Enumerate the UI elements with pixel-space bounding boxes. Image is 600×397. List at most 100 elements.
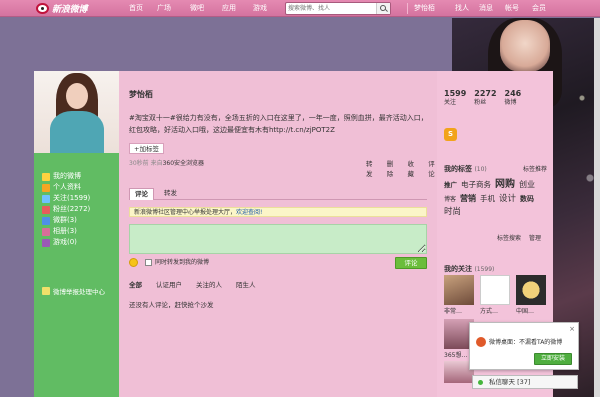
album-icon (42, 227, 50, 236)
follow-name[interactable]: 方式… (480, 306, 498, 315)
tag-item[interactable]: 电子商务 (461, 180, 491, 189)
follow-avatar[interactable] (444, 275, 474, 305)
tag-cloud: 推广 电子商务 网购 创业 博客 营销 手机 设计 数码 时尚 (444, 178, 548, 219)
notice-link[interactable]: 欢迎查阅! (236, 209, 262, 216)
comment-submit-button[interactable]: 评论 (395, 257, 427, 269)
page-scrollbar[interactable] (594, 18, 600, 397)
comment-controls: 同时转发到我的微博 评论 (129, 257, 427, 269)
level-badge-icon[interactable]: S (444, 128, 457, 141)
game-icon (42, 238, 50, 247)
empty-comments-text: 还没有人评论，赶快抢个沙发 (129, 301, 214, 309)
stat-following[interactable]: 1599 关注 (444, 89, 466, 107)
follow-name[interactable]: 365想… (444, 350, 467, 359)
search-input[interactable] (288, 3, 374, 14)
install-button[interactable]: 立即安装 (534, 353, 572, 365)
online-status-icon (478, 380, 483, 385)
sidebar-item-my-weibo[interactable]: 我的微博 (42, 171, 117, 182)
filter-following[interactable]: 关注的人 (196, 279, 222, 289)
my-follows-heading: 我的关注 (1599) (444, 265, 495, 273)
tag-item[interactable]: 博客 (444, 196, 456, 203)
nav-square[interactable]: 广场 (157, 0, 171, 17)
tag-item[interactable]: 创业 (519, 180, 535, 189)
sidebar-item-fans[interactable]: 粉丝(2272) (42, 204, 117, 215)
tab-comments[interactable]: 评论 (129, 188, 154, 200)
follow-avatar[interactable] (480, 275, 510, 305)
filter-verified[interactable]: 认证用户 (156, 279, 182, 289)
source-link[interactable]: 360安全浏览器 (163, 160, 204, 167)
stats: 1599 关注 2272 粉丝 246 微博 (444, 89, 544, 107)
sidebar-item-following[interactable]: 关注(1599) (42, 193, 117, 204)
nav-divider (407, 3, 408, 14)
follow-name[interactable]: 中国… (516, 306, 534, 315)
also-forward-label: 同时转发到我的微博 (155, 259, 210, 266)
comment-link[interactable]: 评论 (428, 158, 437, 178)
my-tags-heading: 我的标签 (10) (444, 165, 487, 173)
nav-account[interactable]: 帐号 (505, 0, 519, 17)
report-center-link[interactable]: 微博举报处理中心 (42, 286, 105, 296)
sidebar-item-games[interactable]: 游戏(0) (42, 237, 117, 248)
nav-vip[interactable]: 会员 (532, 0, 546, 17)
tag-item[interactable]: 营销 (460, 194, 476, 203)
nav-home[interactable]: 首页 (129, 0, 143, 17)
avatar[interactable] (34, 71, 119, 153)
fans-icon (42, 205, 50, 214)
post-actions: 转发 删除 收藏 评论 (366, 158, 437, 178)
nav-username[interactable]: 梦怡栢 (414, 0, 435, 17)
search-box (285, 2, 391, 15)
sidebar-item-album[interactable]: 相册(3) (42, 226, 117, 237)
notice-text: 新浪微博社区管理中心举报处理大厅， (134, 209, 237, 216)
tag-item[interactable]: 推广 (444, 181, 457, 189)
nav-weiba[interactable]: 微吧 (190, 0, 204, 17)
tag-manage-link[interactable]: 管理 (529, 233, 541, 242)
post-text: #淘宝双十一#很给力有没有，全场五折的入口在这里了，一年一度，照例血拼，最齐活动… (129, 114, 428, 134)
sidebar-item-profile[interactable]: 个人资料 (42, 182, 117, 193)
stat-fans[interactable]: 2272 粉丝 (474, 89, 496, 107)
install-popup: × 微博桌面：不漏看TA的微博 立即安装 (469, 322, 579, 370)
popup-text: 微博桌面：不漏看TA的微博 (489, 339, 563, 346)
close-icon[interactable]: × (569, 325, 575, 333)
tag-item[interactable]: 手机 (480, 194, 495, 203)
search-icon[interactable] (376, 3, 390, 14)
top-navigation-bar: 新浪微博 首页 广场 微吧 应用 游戏 梦怡栢 找人 消息 帐号 会员 (0, 0, 600, 17)
left-menu: 我的微博 个人资料 关注(1599) 粉丝(2272) 微群(3) 相册(3) … (42, 171, 117, 248)
delete-button[interactable]: 删除 (387, 158, 396, 178)
follow-name[interactable]: 非常… (444, 306, 462, 315)
filter-all[interactable]: 全部 (129, 279, 142, 289)
comment-input[interactable] (129, 224, 427, 254)
post-time: 30秒前 (129, 160, 149, 167)
stat-weibo[interactable]: 246 微博 (505, 89, 522, 107)
weibo-eye-icon (36, 3, 49, 14)
chat-label: 私信聊天 [37] (489, 378, 531, 386)
forward-button[interactable]: 转发 (366, 158, 375, 178)
nav-messages[interactable]: 消息 (479, 0, 493, 17)
tag-search-link[interactable]: 标签搜索 (497, 233, 521, 242)
tag-recommend-link[interactable]: 标签推荐 (523, 164, 547, 173)
favorite-button[interactable]: 收藏 (408, 158, 417, 178)
tag-item[interactable]: 网购 (495, 179, 515, 190)
chat-bar[interactable]: 私信聊天 [37] (472, 375, 578, 389)
weibo-desktop-icon (476, 337, 486, 347)
tab-forwards[interactable]: 转发 (159, 188, 182, 200)
tag-item[interactable]: 设计 (499, 194, 516, 204)
follow-icon (42, 194, 50, 203)
report-icon (42, 287, 50, 295)
comment-filters: 全部 认证用户 关注的人 陌生人 (129, 279, 270, 289)
profile-icon (42, 183, 50, 192)
also-forward-checkbox[interactable] (145, 259, 152, 266)
add-tag-button[interactable]: +加标签 (129, 143, 164, 154)
follow-avatar[interactable] (516, 275, 546, 305)
emoji-icon[interactable] (129, 258, 138, 267)
tag-item[interactable]: 时尚 (444, 207, 461, 217)
tag-actions: 标签搜索 管理 (497, 233, 541, 242)
tag-item[interactable]: 数码 (520, 195, 534, 203)
post-meta: 30秒前 来自360安全浏览器 (129, 158, 204, 167)
weibo-logo[interactable]: 新浪微博 (36, 2, 87, 15)
sidebar-item-groups[interactable]: 微群(3) (42, 215, 117, 226)
filter-strangers[interactable]: 陌生人 (236, 279, 256, 289)
nav-find-people[interactable]: 找人 (455, 0, 469, 17)
home-icon (42, 172, 50, 181)
nav-games[interactable]: 游戏 (253, 0, 267, 17)
comment-tabs: 评论 转发 (129, 188, 427, 200)
nav-apps[interactable]: 应用 (222, 0, 236, 17)
page-title: 梦怡栢 (129, 90, 153, 99)
